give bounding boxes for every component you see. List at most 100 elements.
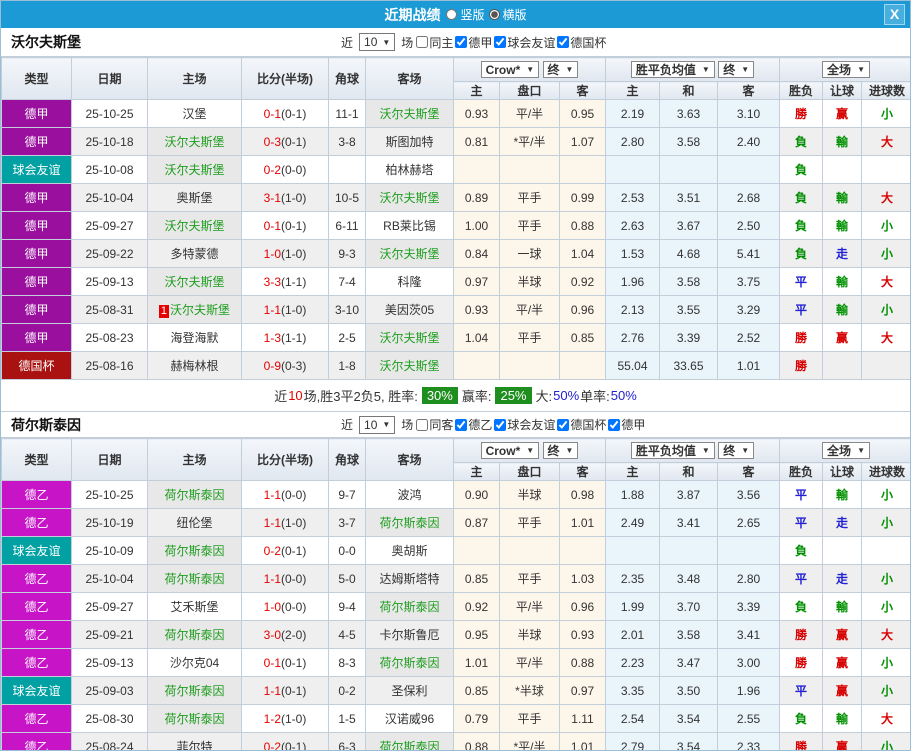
handicap-line: 平/半 — [499, 99, 560, 128]
odds-stage-select[interactable]: 终 ▼ — [542, 441, 579, 459]
handicap-line: 半球 — [499, 267, 560, 296]
match-date: 25-09-27 — [71, 211, 148, 240]
odds-away: 0.99 — [558, 183, 607, 212]
filter-checkbox[interactable]: 德国杯 — [557, 34, 606, 51]
avg-stage-select[interactable]: 终 ▼ — [718, 442, 755, 459]
filter-checkbox[interactable]: 同客 — [416, 416, 453, 433]
result-goals: 大 — [861, 323, 910, 352]
summary-text: 大: — [535, 389, 553, 404]
team-header-holstein: 荷尔斯泰因 近 10 ▼ 场 同客 德乙 球会友谊 德国杯 德甲 — [1, 412, 910, 438]
filter-checkbox[interactable]: 同主 — [416, 34, 453, 51]
filter-checkbox-input[interactable] — [455, 36, 468, 48]
radio-vertical-input[interactable] — [446, 9, 458, 20]
bookmaker-select[interactable]: Crow* ▼ — [480, 61, 540, 79]
col-wdl: 胜负 — [779, 81, 824, 100]
avg-away: 2.40 — [717, 127, 781, 156]
filter-checkbox-input[interactable] — [557, 418, 570, 431]
table-row: 德乙 25-10-04 荷尔斯泰因 1-1(0-0) 5-0 达姆斯塔特 0.85 平手 1.0… — [1, 564, 910, 593]
result-wdl: 勝 — [779, 732, 824, 750]
filter-checkbox-input[interactable] — [494, 418, 507, 431]
bookmaker-select[interactable]: Crow* ▼ — [480, 442, 540, 460]
odds-away: 0.85 — [558, 323, 607, 352]
filter-checkbox-input[interactable] — [416, 418, 429, 431]
league-badge: 德国杯 — [1, 351, 72, 380]
result-wdl: 平 — [779, 508, 824, 537]
away-team: 奥胡斯 — [365, 536, 454, 565]
filter-checkbox-input[interactable] — [455, 418, 468, 431]
odds-stage-select[interactable]: 终 ▼ — [542, 60, 579, 78]
home-team: 艾禾斯堡 — [147, 592, 242, 621]
avg-draw: 3.51 — [659, 183, 719, 212]
result-handicap: 走 — [822, 508, 863, 537]
match-date: 25-09-13 — [71, 267, 148, 296]
table-row: 德乙 25-10-19 纽伦堡 1-1(1-0) 3-7 荷尔斯泰因 0.87 平手 1.01 2… — [1, 508, 910, 537]
match-count-select[interactable]: 10 ▼ — [359, 33, 396, 51]
odds-away: 0.98 — [558, 480, 607, 509]
result-handicap: 赢 — [822, 732, 863, 750]
col-score: 比分(半场) — [241, 438, 329, 481]
avg-select[interactable]: 胜平负均值 ▼ — [630, 61, 715, 78]
away-team: 沃尔夫斯堡 — [365, 323, 454, 352]
avg-home: 1.88 — [605, 480, 661, 509]
summary-text: 场,胜3平2负5, 胜率: — [303, 389, 418, 404]
rate-badge: 25% — [495, 387, 532, 404]
handicap-line: *平/半 — [499, 127, 560, 156]
filter-checkbox-input[interactable] — [416, 36, 429, 48]
fulltime-select[interactable]: 全场 ▼ — [822, 442, 870, 459]
avg-away: 3.39 — [717, 592, 781, 621]
result-wdl: 負 — [779, 704, 824, 733]
score: 1-1(1-0) — [241, 295, 329, 324]
match-date: 25-09-21 — [71, 620, 148, 649]
filter-checkbox[interactable]: 球会友谊 — [494, 34, 555, 51]
filter-checkbox-input[interactable] — [608, 418, 621, 431]
summary-text: 50% — [553, 388, 580, 403]
filter-checkbox[interactable]: 球会友谊 — [494, 416, 555, 433]
result-handicap: 輸 — [822, 183, 863, 212]
radio-horizontal-input[interactable] — [488, 9, 500, 20]
filter-checkbox-label: 德国杯 — [570, 35, 607, 50]
filter-checkbox[interactable]: 德乙 — [455, 416, 492, 433]
filter-checkbox[interactable]: 德甲 — [608, 416, 645, 433]
filter-checkbox-input[interactable] — [557, 36, 570, 48]
score: 0-1(0-1) — [241, 99, 329, 128]
home-team: 荷尔斯泰因 — [147, 676, 242, 705]
avg-select[interactable]: 胜平负均值 ▼ — [630, 442, 715, 459]
avg-home: 2.79 — [605, 732, 661, 750]
corners: 8-3 — [328, 648, 366, 677]
filter-checkbox[interactable]: 德国杯 — [557, 416, 606, 433]
table-row: 德乙 25-09-21 荷尔斯泰因 3-0(2-0) 4-5 卡尔斯鲁厄 0.95 半球 0.9… — [1, 620, 910, 649]
summary-text: 单率: — [580, 389, 610, 404]
result-group-header: 全场 ▼ — [779, 57, 910, 82]
fulltime-select[interactable]: 全场 ▼ — [822, 61, 870, 78]
match-date: 25-10-04 — [71, 183, 148, 212]
odds-away — [558, 351, 607, 380]
league-badge: 德甲 — [1, 99, 72, 128]
table-row: 德甲 25-10-18 沃尔夫斯堡 0-3(0-1) 3-8 斯图加特 0.81 *平/半 1.… — [1, 127, 910, 156]
filter-checkbox[interactable]: 德甲 — [455, 34, 492, 51]
chevron-down-icon: ▼ — [565, 64, 574, 74]
odds-away: 1.04 — [558, 239, 607, 268]
league-badge: 德甲 — [1, 295, 72, 324]
handicap-line — [499, 536, 560, 565]
match-date: 25-10-25 — [71, 480, 148, 509]
corners: 11-1 — [328, 99, 366, 128]
score: 0-2(0-0) — [241, 155, 329, 184]
avg-away: 2.50 — [717, 211, 781, 240]
avg-group-header: 胜平负均值 ▼ 终 ▼ — [605, 57, 781, 82]
home-team: 荷尔斯泰因 — [147, 536, 242, 565]
avg-stage-select[interactable]: 终 ▼ — [718, 61, 755, 78]
close-icon[interactable]: X — [884, 4, 905, 25]
chevron-down-icon: ▼ — [741, 65, 750, 74]
odds-away: 0.95 — [558, 99, 607, 128]
table-row: 德甲 25-08-31 1 沃尔夫斯堡 1-1(1-0) 3-10 美因茨05 0.93 平/半… — [1, 295, 910, 324]
col-away: 客场 — [365, 438, 454, 481]
match-count-select[interactable]: 10 ▼ — [359, 415, 396, 434]
league-badge: 球会友谊 — [1, 155, 72, 184]
avg-draw: 4.68 — [659, 239, 719, 268]
avg-away — [717, 536, 781, 565]
radio-vertical[interactable]: 竖版 — [446, 6, 485, 23]
handicap-line: 平手 — [499, 183, 560, 212]
radio-horizontal[interactable]: 横版 — [488, 6, 527, 23]
filter-checkbox-input[interactable] — [494, 36, 507, 48]
away-team: 波鸿 — [365, 480, 454, 509]
